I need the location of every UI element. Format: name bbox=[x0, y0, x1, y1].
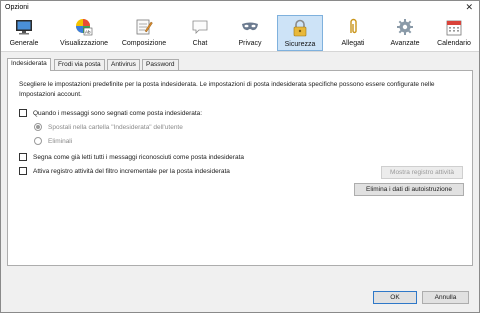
gear-icon bbox=[397, 19, 413, 35]
junk-description: Scegliere le impostazioni predefinite pe… bbox=[19, 81, 435, 98]
monitor-icon bbox=[16, 20, 32, 35]
window-title: Opzioni bbox=[5, 4, 29, 11]
pane-privacy[interactable]: Privacy bbox=[231, 15, 269, 51]
pane-calendario[interactable]: Calendario bbox=[432, 15, 476, 51]
tab-indesiderata[interactable]: Indesiderata bbox=[7, 58, 51, 71]
pane-label: Generale bbox=[9, 40, 39, 47]
close-icon[interactable]: ✕ bbox=[465, 2, 473, 12]
move-junk-radio[interactable] bbox=[34, 123, 42, 131]
pane-visualizzazione[interactable]: Ab Visualizzazione bbox=[57, 15, 111, 51]
junk-settings-panel: Scegliere le impostazioni predefinite pe… bbox=[7, 70, 473, 266]
move-junk-label: Spostali nella cartella "Indesiderata" d… bbox=[48, 123, 183, 131]
cancel-button[interactable]: Annulla bbox=[422, 291, 469, 304]
options-dialog: Opzioni ✕ Generale Ab Visualizzazione Co… bbox=[0, 0, 480, 313]
tab-frodi-via-posta[interactable]: Frodi via posta bbox=[54, 59, 105, 70]
tab-antivirus[interactable]: Antivirus bbox=[107, 59, 140, 70]
calendar-icon bbox=[446, 20, 462, 36]
reset-training-button[interactable]: Elimina i dati di autoistruzione bbox=[354, 183, 464, 196]
when-marked-checkbox[interactable] bbox=[19, 109, 27, 117]
pane-allegati[interactable]: Allegati bbox=[335, 15, 371, 51]
pane-label: Sicurezza bbox=[284, 41, 316, 48]
ok-button[interactable]: OK bbox=[373, 291, 417, 304]
delete-junk-label: Eliminali bbox=[48, 137, 73, 145]
pane-chat[interactable]: Chat bbox=[183, 15, 217, 51]
preferences-toolbar: Generale Ab Visualizzazione Composizione… bbox=[1, 14, 479, 52]
mask-icon bbox=[242, 22, 258, 31]
pane-generale[interactable]: Generale bbox=[6, 15, 42, 51]
paperclip-icon bbox=[350, 18, 357, 34]
pane-label: Visualizzazione bbox=[59, 40, 109, 47]
pane-composizione[interactable]: Composizione bbox=[118, 15, 170, 51]
title-bar: Opzioni ✕ bbox=[1, 1, 479, 14]
pane-label: Composizione bbox=[121, 40, 167, 47]
enable-log-checkbox[interactable] bbox=[19, 167, 27, 175]
svg-text:Ab: Ab bbox=[85, 30, 91, 35]
delete-junk-radio[interactable] bbox=[34, 137, 42, 145]
move-junk-option[interactable]: Spostali nella cartella "Indesiderata" d… bbox=[34, 123, 183, 131]
when-marked-label: Quando i messaggi sono segnati come post… bbox=[33, 109, 203, 117]
chat-icon bbox=[192, 20, 208, 34]
pane-label: Privacy bbox=[238, 40, 262, 47]
pane-label: Avanzate bbox=[390, 40, 420, 47]
pane-avanzate[interactable]: Avanzate bbox=[385, 15, 425, 51]
pane-sicurezza[interactable]: Sicurezza bbox=[277, 15, 323, 51]
pane-label: Calendario bbox=[437, 40, 471, 47]
tab-password[interactable]: Password bbox=[142, 59, 179, 70]
palette-icon: Ab bbox=[76, 19, 93, 36]
mark-read-label: Segna come già letti tutti i messaggi ri… bbox=[33, 153, 244, 161]
padlock-icon bbox=[293, 19, 307, 37]
show-log-button[interactable]: Mostra registro attività bbox=[381, 166, 463, 179]
mark-read-option[interactable]: Segna come già letti tutti i messaggi ri… bbox=[19, 153, 244, 161]
compose-icon bbox=[136, 19, 153, 35]
pane-label: Chat bbox=[192, 40, 208, 47]
delete-junk-option[interactable]: Eliminali bbox=[34, 137, 72, 145]
when-marked-option[interactable]: Quando i messaggi sono segnati come post… bbox=[19, 109, 202, 117]
pane-label: Allegati bbox=[341, 40, 365, 47]
enable-log-option[interactable]: Attiva registro attività del filtro incr… bbox=[19, 167, 230, 175]
mark-read-checkbox[interactable] bbox=[19, 153, 27, 161]
enable-log-label: Attiva registro attività del filtro incr… bbox=[33, 167, 230, 175]
